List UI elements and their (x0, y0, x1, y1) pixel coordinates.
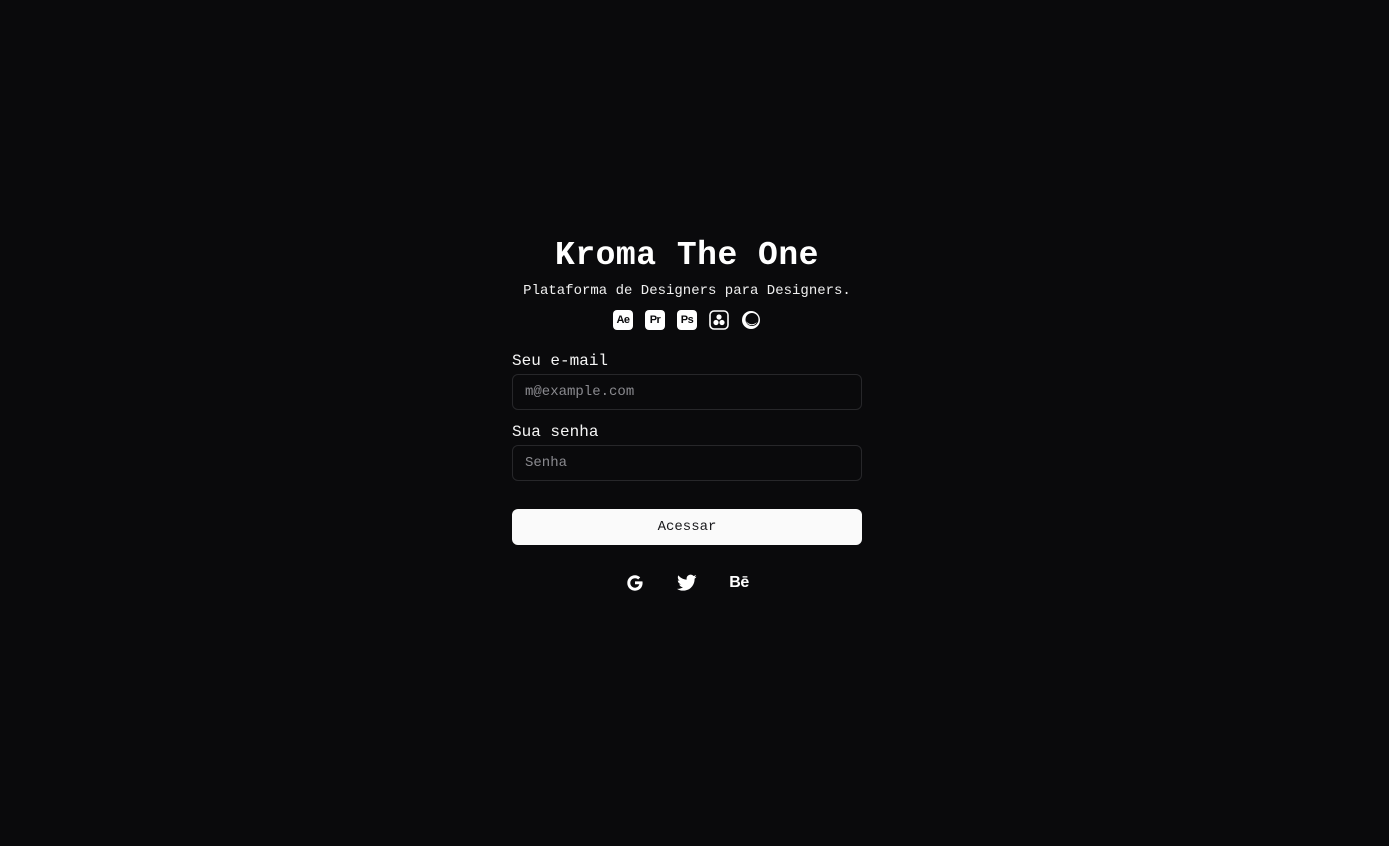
page-title: Kroma The One (555, 237, 819, 274)
password-label: Sua senha (512, 423, 599, 441)
login-card: Kroma The One Plataforma de Designers pa… (512, 236, 862, 594)
page-subtitle: Plataforma de Designers para Designers. (523, 283, 851, 299)
behance-label: Bē (729, 574, 749, 591)
twitter-icon[interactable] (677, 572, 697, 594)
email-field[interactable] (512, 374, 862, 410)
behance-icon[interactable]: Bē (729, 572, 749, 594)
after-effects-icon: Ae (613, 310, 633, 330)
after-effects-label: Ae (613, 310, 633, 330)
password-field[interactable] (512, 445, 862, 481)
davinci-resolve-icon (709, 310, 729, 330)
photoshop-icon: Ps (677, 310, 697, 330)
submit-button[interactable]: Acessar (512, 509, 862, 545)
cinema4d-icon (741, 310, 761, 330)
premiere-label: Pr (645, 310, 665, 330)
premiere-icon: Pr (645, 310, 665, 330)
google-icon[interactable] (625, 572, 645, 594)
email-label: Seu e-mail (512, 352, 609, 370)
photoshop-label: Ps (677, 310, 697, 330)
social-login-row: Bē (512, 572, 862, 594)
app-icons-row: Ae Pr Ps (512, 310, 862, 330)
